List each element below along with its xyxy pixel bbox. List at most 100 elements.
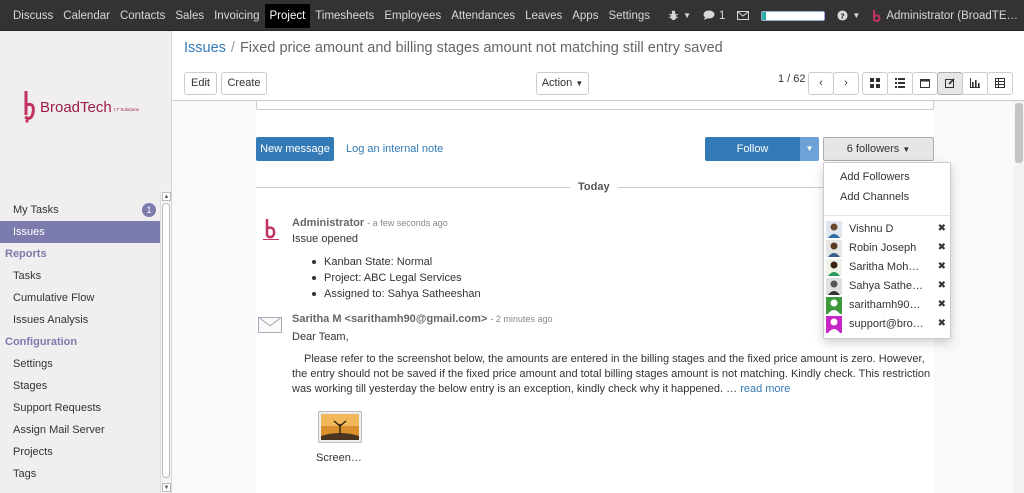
top-navbar: Discuss Calendar Contacts Sales Invoicin… [0,0,1024,31]
add-channels-item[interactable]: Add Channels [824,187,950,207]
chevron-right-icon: › [844,77,848,89]
systray: ▼ 1 ? ▼ Administrator (BroadTE… [668,0,1018,31]
user-name: Administrator (BroadTE… [886,9,1018,22]
action-button[interactable]: Action ▼ [536,72,589,95]
scroll-up-icon[interactable]: ▲ [162,192,171,201]
message-count: 1 [719,9,726,22]
log-note-link[interactable]: Log an internal note [346,143,443,155]
pager-previous-button[interactable]: ‹ [808,72,834,95]
author-avatar [263,219,279,240]
sidebar-item-settings[interactable]: Settings [0,353,160,375]
messages-menu[interactable]: 1 [703,10,725,22]
question-icon: ? [837,10,848,21]
view-list-button[interactable] [887,72,913,95]
scroll-down-icon[interactable]: ▼ [162,483,171,492]
follower-item[interactable]: Saritha Moha… ✖ [824,258,950,277]
follow-button[interactable]: Follow [705,137,800,161]
follower-item[interactable]: Robin Joseph ✖ [824,239,950,258]
sidebar-item-label: Issues [13,226,45,238]
menu-settings[interactable]: Settings [603,4,655,28]
avatar [826,221,842,238]
menu-attendances[interactable]: Attendances [446,4,520,28]
close-icon[interactable]: ✖ [938,223,946,234]
menu-contacts[interactable]: Contacts [115,4,170,28]
sidebar-item-issues[interactable]: Issues [0,221,160,243]
pager-next-button[interactable]: › [833,72,859,95]
sidebar-scrollbar[interactable]: ▲ ▼ [160,191,171,493]
read-more-link[interactable]: read more [740,383,790,395]
control-panel: Issues / Fixed price amount and billing st… [172,31,1024,101]
breadcrumb-issues[interactable]: Issues [184,40,226,56]
sidebar-item-my-tasks[interactable]: My Tasks 1 [0,199,160,221]
author-name[interactable]: Administrator [292,217,364,229]
new-message-button[interactable]: New message [256,137,334,161]
pager-value: 1 / 62 [778,73,806,85]
attachment-name[interactable]: Screen… [316,452,362,464]
author-name[interactable]: Saritha M <sarithamh90@gmail.com> [292,313,487,325]
add-followers-item[interactable]: Add Followers [824,167,950,187]
tracking-values: Kanban State: Normal Project: ABC Legal … [312,254,481,302]
envelope-icon [737,11,750,20]
view-form-button[interactable] [937,72,963,95]
avatar [826,316,842,333]
menu-invoicing[interactable]: Invoicing [209,4,264,28]
follower-item[interactable]: Sahya Sathee… ✖ [824,277,950,296]
attachment-thumbnail[interactable] [318,411,362,443]
sidebar-item-support-requests[interactable]: Support Requests [0,397,160,419]
follower-item[interactable]: support@broa… ✖ [824,315,950,334]
message-body: Issue opened [292,233,359,245]
menu-discuss[interactable]: Discuss [8,4,58,28]
sidebar-scroll-thumb[interactable] [162,203,170,478]
sidebar-item-cumulative-flow[interactable]: Cumulative Flow [0,287,160,309]
view-kanban-button[interactable] [862,72,888,95]
sidebar-item-projects[interactable]: Projects [0,441,160,463]
create-button[interactable]: Create [221,72,267,95]
sidebar-item-assign-mail-server[interactable]: Assign Mail Server [0,419,160,441]
sidebar-item-tasks[interactable]: Tasks [0,265,160,287]
main-scroll-thumb[interactable] [1015,103,1023,163]
close-icon[interactable]: ✖ [938,261,946,272]
view-graph-button[interactable] [962,72,988,95]
close-icon[interactable]: ✖ [938,280,946,291]
sidebar-item-issues-analysis[interactable]: Issues Analysis [0,309,160,331]
view-calendar-button[interactable] [912,72,938,95]
menu-apps[interactable]: Apps [567,4,603,28]
menu-employees[interactable]: Employees [379,4,446,28]
date-separator-today: Today [570,181,618,193]
main-scrollbar[interactable] [1014,101,1024,493]
edit-button[interactable]: Edit [184,72,217,95]
close-icon[interactable]: ✖ [938,242,946,253]
my-tasks-badge: 1 [142,203,156,217]
menu-calendar[interactable]: Calendar [58,4,115,28]
help-menu[interactable]: ? ▼ [837,10,860,21]
sidebar-item-tags[interactable]: Tags [0,463,160,485]
avatar [826,278,842,295]
debug-menu[interactable]: ▼ [668,10,691,21]
menu-sales[interactable]: Sales [170,4,209,28]
menu-leaves[interactable]: Leaves [520,4,567,28]
close-icon[interactable]: ✖ [938,299,946,310]
app-menu: Discuss Calendar Contacts Sales Invoicin… [8,0,655,31]
brand-tagline: I.T Solutions [114,107,139,112]
broadtech-logo-icon [24,91,35,123]
sidebar-section-configuration: Configuration [5,336,78,348]
chevron-down-icon: ▼ [805,144,814,153]
followers-button[interactable]: 6 followers ▼ [823,137,934,161]
planner-progress-bar [761,10,826,21]
user-menu[interactable]: Administrator (BroadTE… [872,9,1018,22]
message-author: Saritha M <sarithamh90@gmail.com> - 2 mi… [292,313,552,325]
follower-item[interactable]: Vishnu D ✖ [824,220,950,239]
follower-item[interactable]: sarithamh90… ✖ [824,296,950,315]
followers-count: 6 followers [846,143,900,155]
close-icon[interactable]: ✖ [938,318,946,329]
sidebar-item-stages[interactable]: Stages [0,375,160,397]
follower-name: sarithamh90… [849,299,921,311]
menu-timesheets[interactable]: Timesheets [310,4,379,28]
mail-menu[interactable] [737,11,750,20]
message-body: Please refer to the screenshot below, th… [292,352,934,397]
menu-project[interactable]: Project [264,3,311,28]
view-pivot-button[interactable] [987,72,1013,95]
sidebar-section-reports: Reports [5,248,47,260]
tracking-value: Assigned to: Sahya Satheeshan [312,286,481,302]
follow-options-button[interactable]: ▼ [800,137,819,161]
